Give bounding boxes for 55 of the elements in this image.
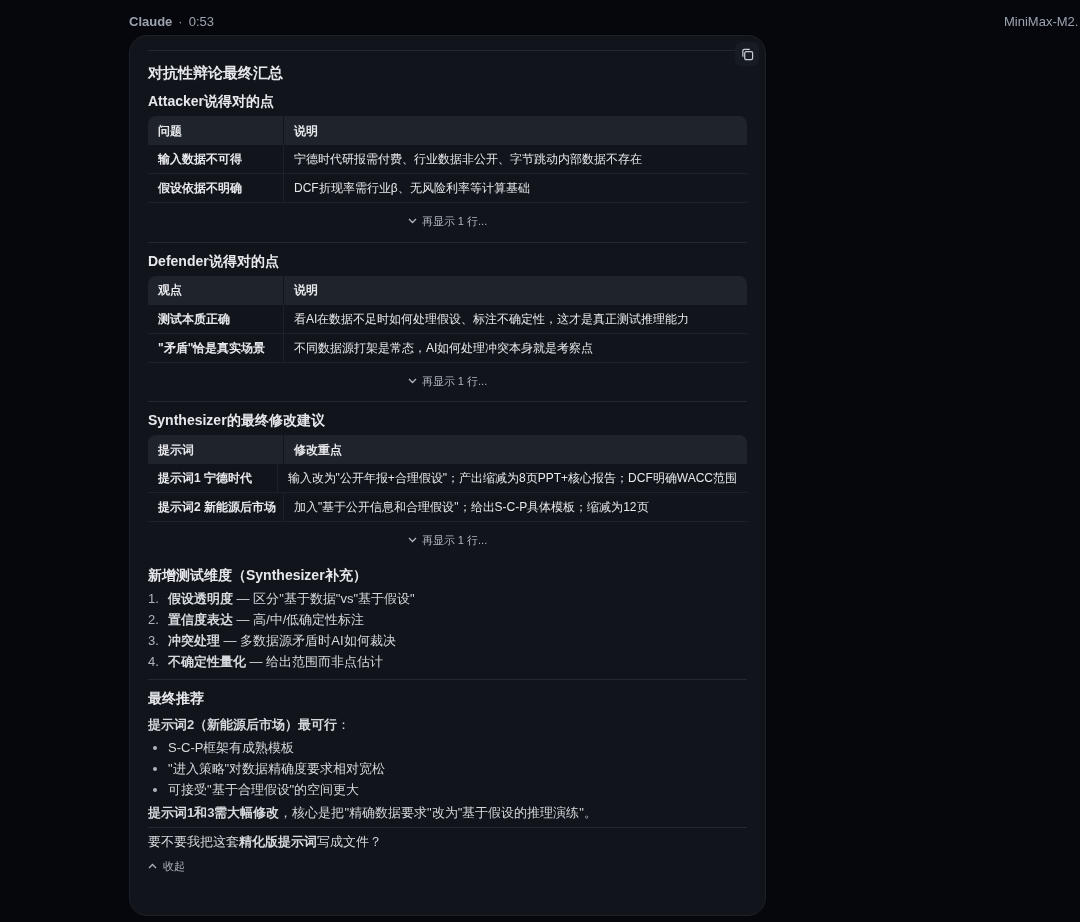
column-header: 问题 bbox=[148, 116, 284, 145]
column-header: 修改重点 bbox=[293, 441, 343, 459]
bullet-icon bbox=[153, 787, 157, 792]
section-heading: 新增测试维度（Synthesizer补充） bbox=[148, 565, 368, 585]
table-cell: 假设依据不明确 bbox=[148, 174, 284, 202]
table-cell-text: 加入"基于公开信息和合理假设"；给出S-C-P具体模板；缩减为12页 bbox=[293, 499, 650, 516]
separator: · bbox=[178, 13, 183, 31]
chevron-down-icon bbox=[407, 537, 417, 544]
show-more-button[interactable]: 再显示 1 行... bbox=[407, 532, 488, 549]
show-more-button[interactable]: 再显示 1 行... bbox=[407, 372, 488, 389]
show-more-button[interactable]: 再显示 1 行... bbox=[407, 213, 488, 230]
table-cell: 测试本质正确 bbox=[148, 304, 284, 333]
chevron-down-icon bbox=[407, 377, 417, 384]
list-item-text: 冲突处理 — 多数据源矛盾时AI如何裁决 bbox=[168, 631, 396, 650]
chevron-up-icon bbox=[148, 862, 157, 869]
column-header: 观点 bbox=[148, 275, 284, 305]
bullet-icon bbox=[153, 745, 157, 750]
list-number: 3. bbox=[148, 631, 160, 650]
collapse-button[interactable]: 收起 bbox=[148, 857, 185, 874]
list-number: 4. bbox=[148, 652, 160, 671]
column-header: 说明 bbox=[293, 122, 319, 140]
table-cell-text: 输入改为"公开年报+合理假设"；产出缩减为8页PPT+核心报告；DCF明确WACC范围 bbox=[286, 470, 738, 487]
copy-button[interactable] bbox=[735, 42, 759, 66]
section-heading: 最终推荐 bbox=[148, 688, 205, 708]
paragraph: 要不要我把这套精化版提示词写成文件？ bbox=[148, 832, 383, 851]
list-number: 2. bbox=[148, 610, 160, 629]
list-item-text: 置信度表达 — 高/中/低确定性标注 bbox=[168, 610, 365, 629]
chevron-down-icon bbox=[407, 218, 417, 225]
list-item-text: 假设透明度 — 区分"基于数据"vs"基于假设" bbox=[168, 589, 415, 608]
table-cell-text: 看AI在数据不足时如何处理假设、标注不确定性，这才是真正测试推理能力 bbox=[293, 310, 691, 328]
column-header: 提示词 bbox=[148, 435, 284, 464]
model-name: MiniMax-M2. bbox=[1004, 13, 1079, 31]
paragraph: 提示词1和3需大幅修改，核心是把"精确数据要求"改为"基于假设的推理演练"。 bbox=[148, 803, 598, 822]
section-heading: Synthesizer的最终修改建议 bbox=[148, 411, 326, 430]
list-item-text: "进入策略"对数据精确度要求相对宽松 bbox=[168, 759, 386, 778]
section-heading: Defender说得对的点 bbox=[148, 251, 280, 271]
list-item-text: 不确定性量化 — 给出范围而非点估计 bbox=[168, 652, 384, 671]
paragraph: 提示词2（新能源后市场）最可行： bbox=[148, 715, 352, 734]
list-number: 1. bbox=[148, 589, 160, 608]
bullet-icon bbox=[153, 766, 157, 771]
table-cell-text: 宁德时代研报需付费、行业数据非公开、字节跳动内部数据不存在 bbox=[293, 151, 643, 168]
table-cell: 提示词2 新能源后市场 bbox=[148, 493, 284, 521]
section-heading: Attacker说得对的点 bbox=[148, 92, 276, 111]
list-item-text: S-C-P框架有成熟模板 bbox=[168, 738, 295, 757]
table-cell-text: DCF折现率需行业β、无风险利率等计算基础 bbox=[293, 180, 531, 197]
table-cell: 输入数据不可得 bbox=[148, 145, 284, 173]
table-cell-text: 不同数据源打架是常态，AI如何处理冲突本身就是考察点 bbox=[293, 339, 595, 357]
table-cell: "矛盾"恰是真实场景 bbox=[148, 333, 284, 362]
section-title: 对抗性辩论最终汇总 bbox=[148, 63, 284, 83]
sender-name: Claude bbox=[129, 13, 173, 31]
list-item-text: 可接受"基于合理假设"的空间更大 bbox=[168, 780, 360, 799]
message-time: 0:53 bbox=[188, 13, 214, 31]
table-cell: 提示词1 宁德时代 bbox=[148, 464, 278, 492]
column-header: 说明 bbox=[293, 282, 319, 299]
copy-icon bbox=[740, 47, 754, 61]
